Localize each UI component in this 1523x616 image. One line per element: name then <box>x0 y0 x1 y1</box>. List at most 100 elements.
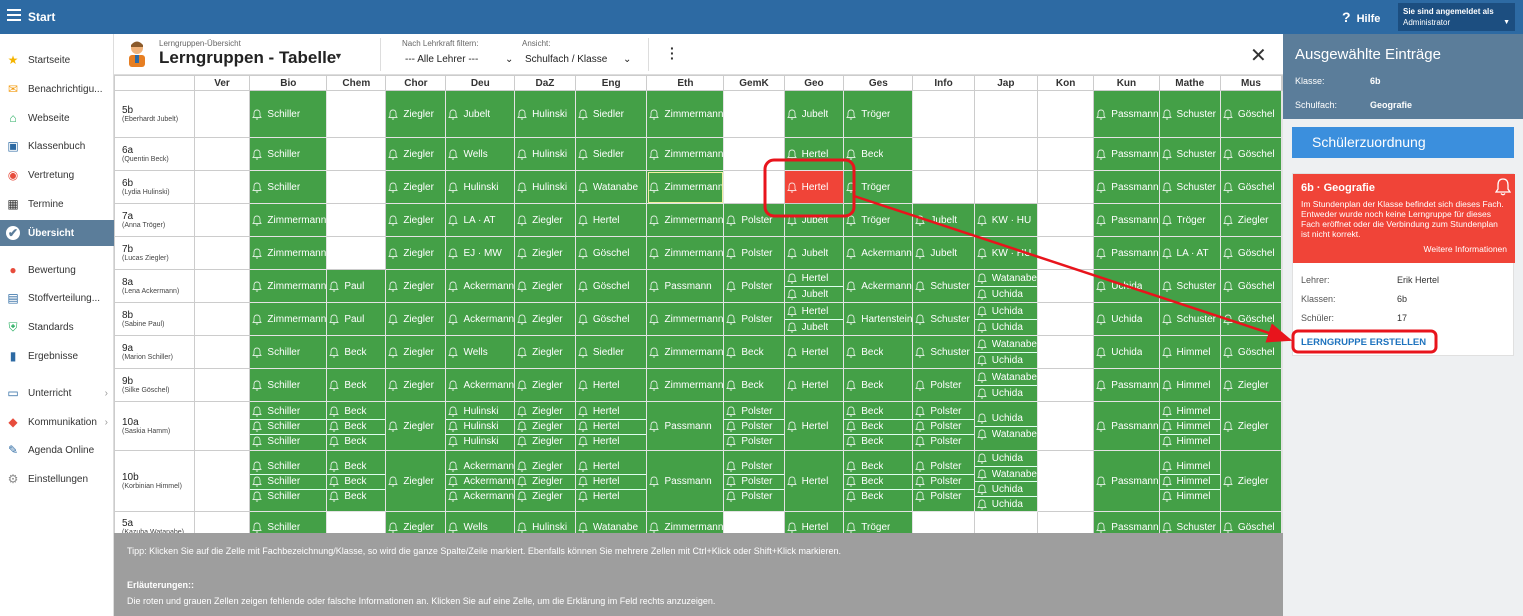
column-header-info[interactable]: Info <box>912 75 975 91</box>
group-cell[interactable]: Passmann <box>1093 368 1160 402</box>
empty-cell[interactable] <box>1036 90 1095 138</box>
group-cell[interactable]: Watanabe Uchida <box>973 269 1038 303</box>
group-cell[interactable]: Zimmermann <box>646 335 725 369</box>
row-header-class[interactable]: 10a (Saskia Hamm) <box>114 401 195 451</box>
sidebar-item-agenda-online[interactable]: ✎ Agenda Online <box>0 439 114 461</box>
empty-cell[interactable] <box>326 137 387 171</box>
group-cell[interactable]: Ziegler <box>514 203 576 237</box>
group-cell[interactable]: Passmann <box>1093 236 1160 270</box>
empty-cell[interactable] <box>193 368 251 402</box>
group-cell[interactable]: Ziegler <box>1219 401 1283 451</box>
group-cell[interactable]: Ziegler Ziegler Ziegler <box>514 450 576 512</box>
row-header-class[interactable]: 10b (Korbinian Himmel) <box>114 450 195 512</box>
empty-cell[interactable] <box>973 170 1038 204</box>
empty-cell[interactable] <box>973 137 1038 171</box>
group-cell[interactable]: Passmann <box>1093 511 1160 533</box>
empty-cell[interactable] <box>723 511 785 533</box>
group-cell[interactable]: Göschel <box>1219 302 1283 336</box>
group-cell[interactable]: Beck Beck Beck <box>326 450 387 512</box>
group-cell[interactable]: Göschel <box>1219 236 1283 270</box>
group-cell[interactable]: Schuster <box>912 269 975 303</box>
group-cell[interactable]: Schuster <box>1158 269 1221 303</box>
group-cell[interactable]: Jubelt <box>783 236 845 270</box>
column-header-ver[interactable]: Ver <box>193 75 251 91</box>
group-cell[interactable]: Ackermann <box>843 236 914 270</box>
empty-cell[interactable] <box>912 511 975 533</box>
group-cell[interactable]: Hertel <box>783 335 845 369</box>
empty-cell[interactable] <box>326 170 387 204</box>
group-cell[interactable]: Jubelt <box>783 90 845 138</box>
sidebar-item-benachrichtigu[interactable]: ✉ Benachrichtigu... <box>0 78 114 100</box>
group-cell[interactable]: Siedler <box>574 335 648 369</box>
group-cell[interactable]: Polster Polster Polster <box>912 450 975 512</box>
group-cell[interactable]: Schiller Schiller Schiller <box>249 450 328 512</box>
empty-cell[interactable] <box>1036 269 1095 303</box>
group-cell[interactable]: Ziegler <box>385 236 447 270</box>
group-cell[interactable]: Ziegler Ziegler Ziegler <box>514 401 576 451</box>
group-cell[interactable]: Himmel <box>1158 368 1221 402</box>
group-cell[interactable]: Zimmermann <box>249 236 328 270</box>
empty-cell[interactable] <box>193 203 251 237</box>
empty-cell[interactable] <box>1036 511 1095 533</box>
group-cell[interactable]: Uchida Watanabe <box>973 401 1038 451</box>
group-cell[interactable]: Ziegler <box>514 302 576 336</box>
close-icon[interactable]: ✕ <box>1250 43 1267 68</box>
group-cell[interactable]: Tröger <box>843 511 914 533</box>
empty-cell[interactable] <box>193 401 251 451</box>
group-cell[interactable]: Ackermann <box>843 269 914 303</box>
group-cell[interactable]: Siedler <box>574 90 648 138</box>
group-cell[interactable]: Zimmermann <box>249 203 328 237</box>
group-cell[interactable]: Schuster <box>1158 90 1221 138</box>
group-cell[interactable]: Ziegler <box>514 368 576 402</box>
group-cell[interactable]: Schuster <box>1158 170 1221 204</box>
group-cell[interactable]: Zimmermann <box>249 302 328 336</box>
group-cell[interactable]: Zimmermann <box>646 236 725 270</box>
group-cell[interactable]: Hertel <box>574 203 648 237</box>
empty-cell[interactable] <box>193 450 251 512</box>
group-cell[interactable]: Ziegler <box>1219 450 1283 512</box>
group-cell[interactable]: Hertel <box>783 511 845 533</box>
empty-cell[interactable] <box>193 302 251 336</box>
row-header-class[interactable]: 9a (Marion Schiller) <box>114 335 195 369</box>
empty-cell[interactable] <box>193 236 251 270</box>
group-cell[interactable]: Zimmermann <box>646 302 725 336</box>
group-cell[interactable]: Watanabe <box>574 511 648 533</box>
empty-cell[interactable] <box>1036 236 1095 270</box>
group-cell[interactable]: Uchida <box>1093 269 1160 303</box>
group-cell[interactable]: Himmel <box>1158 335 1221 369</box>
sidebar-item-standards[interactable]: ⛨ Standards <box>0 316 114 338</box>
empty-cell[interactable] <box>912 90 975 138</box>
group-cell[interactable]: Passmann <box>646 269 725 303</box>
group-cell[interactable]: Ackermann Ackermann Ackermann <box>445 450 516 512</box>
group-cell[interactable]: LA · AT <box>445 203 516 237</box>
group-cell[interactable]: Schiller <box>249 335 328 369</box>
group-cell[interactable]: Ziegler <box>385 450 447 512</box>
group-cell[interactable]: Ziegler <box>385 335 447 369</box>
sidebar-item-ergebnisse[interactable]: ▮ Ergebnisse <box>0 345 114 367</box>
group-cell[interactable]: Göschel <box>574 302 648 336</box>
group-cell[interactable]: Polster Polster Polster <box>723 401 785 451</box>
group-cell[interactable]: Schuster <box>1158 137 1221 171</box>
group-cell[interactable]: Himmel Himmel Himmel <box>1158 450 1221 512</box>
row-header-class[interactable]: 6b (Lydia Hulinski) <box>114 170 195 204</box>
group-cell[interactable]: Ziegler <box>514 335 576 369</box>
group-cell[interactable]: Watanabe Uchida <box>973 368 1038 402</box>
group-cell[interactable]: Hulinski <box>514 170 576 204</box>
empty-cell[interactable] <box>193 137 251 171</box>
empty-cell[interactable] <box>723 170 785 204</box>
column-header-daz[interactable]: DaZ <box>514 75 576 91</box>
group-cell[interactable]: Zimmermann <box>646 511 725 533</box>
group-cell[interactable]: Schiller <box>249 90 328 138</box>
column-header-bio[interactable]: Bio <box>249 75 328 91</box>
empty-cell[interactable] <box>193 511 251 533</box>
row-header-class[interactable]: 8a (Lena Ackermann) <box>114 269 195 303</box>
group-cell[interactable]: Zimmermann <box>646 90 725 138</box>
empty-cell[interactable] <box>1036 302 1095 336</box>
group-cell[interactable]: Wells <box>445 335 516 369</box>
sidebar-item-bewertung[interactable]: ● Bewertung <box>0 259 114 281</box>
group-cell[interactable]: EJ · MW <box>445 236 516 270</box>
help-link[interactable]: ? Hilfe <box>1342 9 1380 25</box>
group-cell[interactable]: Siedler <box>574 137 648 171</box>
group-cell[interactable]: Beck Beck Beck <box>843 450 914 512</box>
group-cell[interactable]: Passmann <box>1093 450 1160 512</box>
